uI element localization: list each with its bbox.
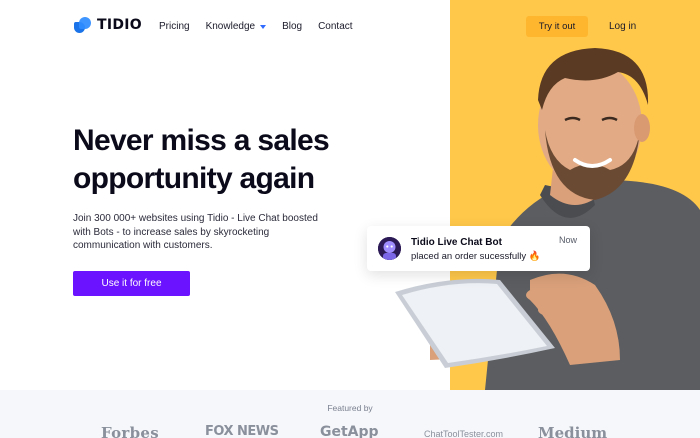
brand-logo-fox-news: FOX NEWS	[205, 424, 279, 438]
logo-text: TIDIO	[97, 17, 142, 33]
nav-blog[interactable]: Blog	[282, 21, 302, 32]
nav-pricing[interactable]: Pricing	[159, 21, 190, 32]
brand-logo-chattooltester: ChatToolTester.com	[424, 429, 504, 438]
use-it-for-free-button[interactable]: Use it for free	[73, 271, 190, 296]
hero-subtext: Join 300 000+ websites using Tidio - Liv…	[73, 213, 318, 251]
headline-line-1: Never miss a sales	[73, 124, 330, 157]
nav-knowledge[interactable]: Knowledge	[205, 21, 267, 32]
login-link[interactable]: Log in	[609, 21, 636, 32]
nav-knowledge-label: Knowledge	[205, 21, 256, 32]
site-header: TIDIO Pricing Knowledge Blog Contact Try…	[0, 0, 700, 54]
try-it-out-button[interactable]: Try it out	[526, 16, 588, 37]
bot-avatar	[378, 237, 401, 260]
notification-time: Now	[559, 235, 578, 245]
brand-logo-getapp: GetApp	[320, 424, 379, 438]
brand-logo-medium: Medium	[538, 424, 608, 438]
brand-logo-forbes: Forbes	[101, 424, 160, 438]
featured-label: Featured by	[327, 403, 373, 413]
tidio-logo[interactable]: TIDIO	[74, 16, 142, 34]
main-nav: Pricing Knowledge Blog Contact	[159, 21, 353, 32]
nav-contact[interactable]: Contact	[318, 21, 352, 32]
notification-title: Tidio Live Chat Bot	[411, 237, 502, 248]
chevron-down-icon	[260, 24, 267, 29]
chat-notification-card: Tidio Live Chat Bot placed an order suce…	[367, 226, 590, 271]
notification-message: placed an order sucessfully 🔥	[411, 251, 541, 262]
hero-photo	[395, 48, 700, 390]
bot-avatar-icon	[378, 237, 401, 260]
hero-headline: Never miss a sales opportunity again	[73, 122, 373, 198]
tidio-logo-icon	[74, 16, 92, 34]
headline-line-2: opportunity again	[73, 162, 315, 195]
